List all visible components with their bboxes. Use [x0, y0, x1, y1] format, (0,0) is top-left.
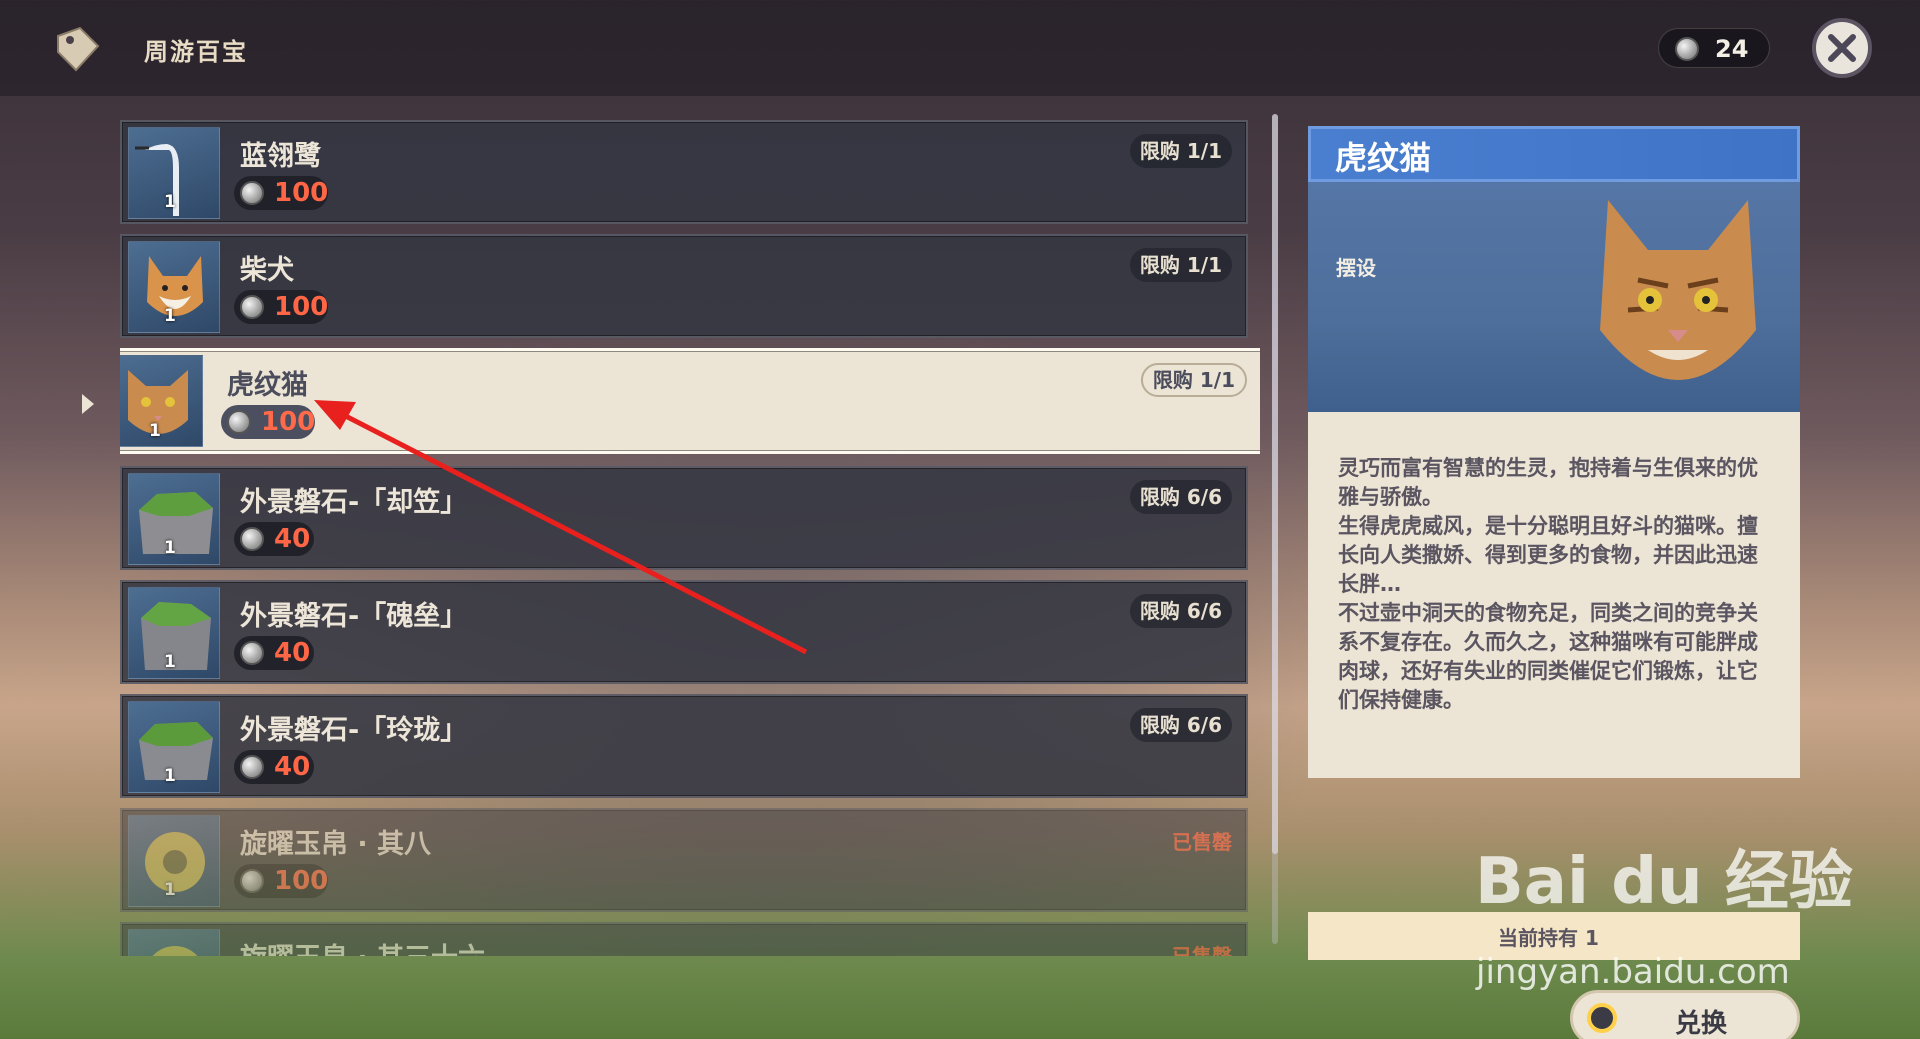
exchange-label: 兑换: [1675, 1009, 1728, 1039]
sold-out-label: 已售罄: [1172, 830, 1232, 854]
item-type: 摆设: [1336, 256, 1376, 280]
list-item[interactable]: 1 外景磐石-「却笠」 40 限购 6/6: [120, 466, 1248, 570]
list-item[interactable]: 1 柴犬 100 限购 1/1: [120, 234, 1248, 338]
item-quantity: 1: [164, 306, 176, 326]
coin-icon: [227, 410, 251, 434]
coin-icon: [1675, 37, 1699, 61]
top-bar: 周游百宝 24: [0, 0, 1920, 96]
item-quantity: 1: [164, 192, 176, 212]
purchase-limit: 限购 1/1: [1129, 134, 1232, 168]
coin-icon: [240, 869, 264, 893]
purchase-limit: 限购 1/1: [1129, 248, 1232, 282]
shop-title: 周游百宝: [144, 38, 248, 66]
item-quantity: 1: [164, 652, 176, 672]
item-name: 旋曜玉帛 · 其八: [240, 829, 432, 860]
item-list[interactable]: 1 蓝翎鹭 100 限购 1/1 1 柴犬 100 限购 1/1 1 虎纹猫 1…: [120, 120, 1260, 956]
sold-out-label: 已售罄: [1172, 944, 1232, 956]
coin-icon: [240, 527, 264, 551]
item-description: 灵巧而富有智慧的生灵，抱持着与生俱来的优雅与骄傲。 生得虎虎威风，是十分聪明且好…: [1308, 412, 1800, 778]
coin-icon: [240, 181, 264, 205]
item-price: 40: [234, 636, 314, 670]
item-quantity: 1: [164, 538, 176, 558]
purchase-limit: 限购 1/1: [1140, 363, 1247, 397]
purchase-limit: 限购 6/6: [1129, 708, 1232, 742]
exchange-button[interactable]: 兑换: [1570, 990, 1800, 1039]
item-quantity: 1: [164, 766, 176, 786]
item-quantity: 1: [149, 421, 161, 441]
item-name: 旋曜玉帛 · 其三十六: [240, 936, 485, 956]
disc-icon: [128, 929, 220, 956]
list-item-selected[interactable]: 1 虎纹猫 100 限购 1/1: [120, 348, 1260, 454]
item-price: 40: [234, 522, 314, 556]
list-item[interactable]: 1 蓝翎鹭 100 限购 1/1: [120, 120, 1248, 224]
item-name: 蓝翎鹭: [240, 141, 321, 172]
coin-icon: [240, 755, 264, 779]
item-price: 100: [221, 405, 315, 439]
scrollbar-thumb[interactable]: [1272, 114, 1278, 854]
tag-icon: [57, 26, 100, 72]
coin-icon: [240, 641, 264, 665]
currency-display: 24: [1658, 28, 1770, 68]
tabby-cat-icon: [120, 355, 203, 447]
list-item-sold-out[interactable]: 1 旋曜玉帛 · 其八 100 已售罄: [120, 808, 1248, 912]
watermark-logo: Bai du 经验: [1475, 845, 1853, 919]
purchase-limit: 限购 6/6: [1129, 480, 1232, 514]
item-name: 外景磐石-「却笠」: [240, 487, 468, 518]
list-item[interactable]: 1 外景磐石-「玲珑」 40 限购 6/6: [120, 694, 1248, 798]
item-price: 100: [234, 864, 328, 898]
item-name: 外景磐石-「玲珑」: [240, 715, 468, 746]
detail-image: 摆设 ★★★: [1308, 182, 1800, 452]
purchase-limit: 限购 6/6: [1129, 594, 1232, 628]
list-item[interactable]: 1 外景磐石-「磈垒」 40 限购 6/6: [120, 580, 1248, 684]
item-price: 40: [234, 750, 314, 784]
close-icon: [1828, 34, 1856, 62]
item-name: 虎纹猫: [227, 370, 308, 401]
detail-title: 虎纹猫: [1308, 126, 1800, 182]
tabby-cat-icon: [1600, 200, 1756, 380]
confirm-ring-icon: [1587, 1003, 1617, 1033]
close-button[interactable]: [1812, 18, 1872, 78]
item-detail-panel: 虎纹猫 摆设 ★★★ 灵巧而富有智慧的生灵，抱持着与生俱来的优雅与骄傲。 生得虎…: [1308, 126, 1800, 778]
watermark-url: jingyan.baidu.com: [1476, 952, 1790, 992]
list-item-sold-out[interactable]: 1 旋曜玉帛 · 其三十六 100 已售罄: [120, 922, 1248, 956]
item-price: 100: [234, 176, 328, 210]
currency-amount: 24: [1715, 35, 1749, 63]
coin-icon: [240, 295, 264, 319]
item-quantity: 1: [164, 880, 176, 900]
description-text: 灵巧而富有智慧的生灵，抱持着与生俱来的优雅与骄傲。 生得虎虎威风，是十分聪明且好…: [1338, 456, 1758, 712]
item-name: 外景磐石-「磈垒」: [240, 601, 468, 632]
selection-arrow-icon: [82, 394, 94, 414]
list-scrollbar[interactable]: [1272, 114, 1278, 944]
item-price: 100: [234, 290, 328, 324]
item-name: 柴犬: [240, 255, 294, 286]
